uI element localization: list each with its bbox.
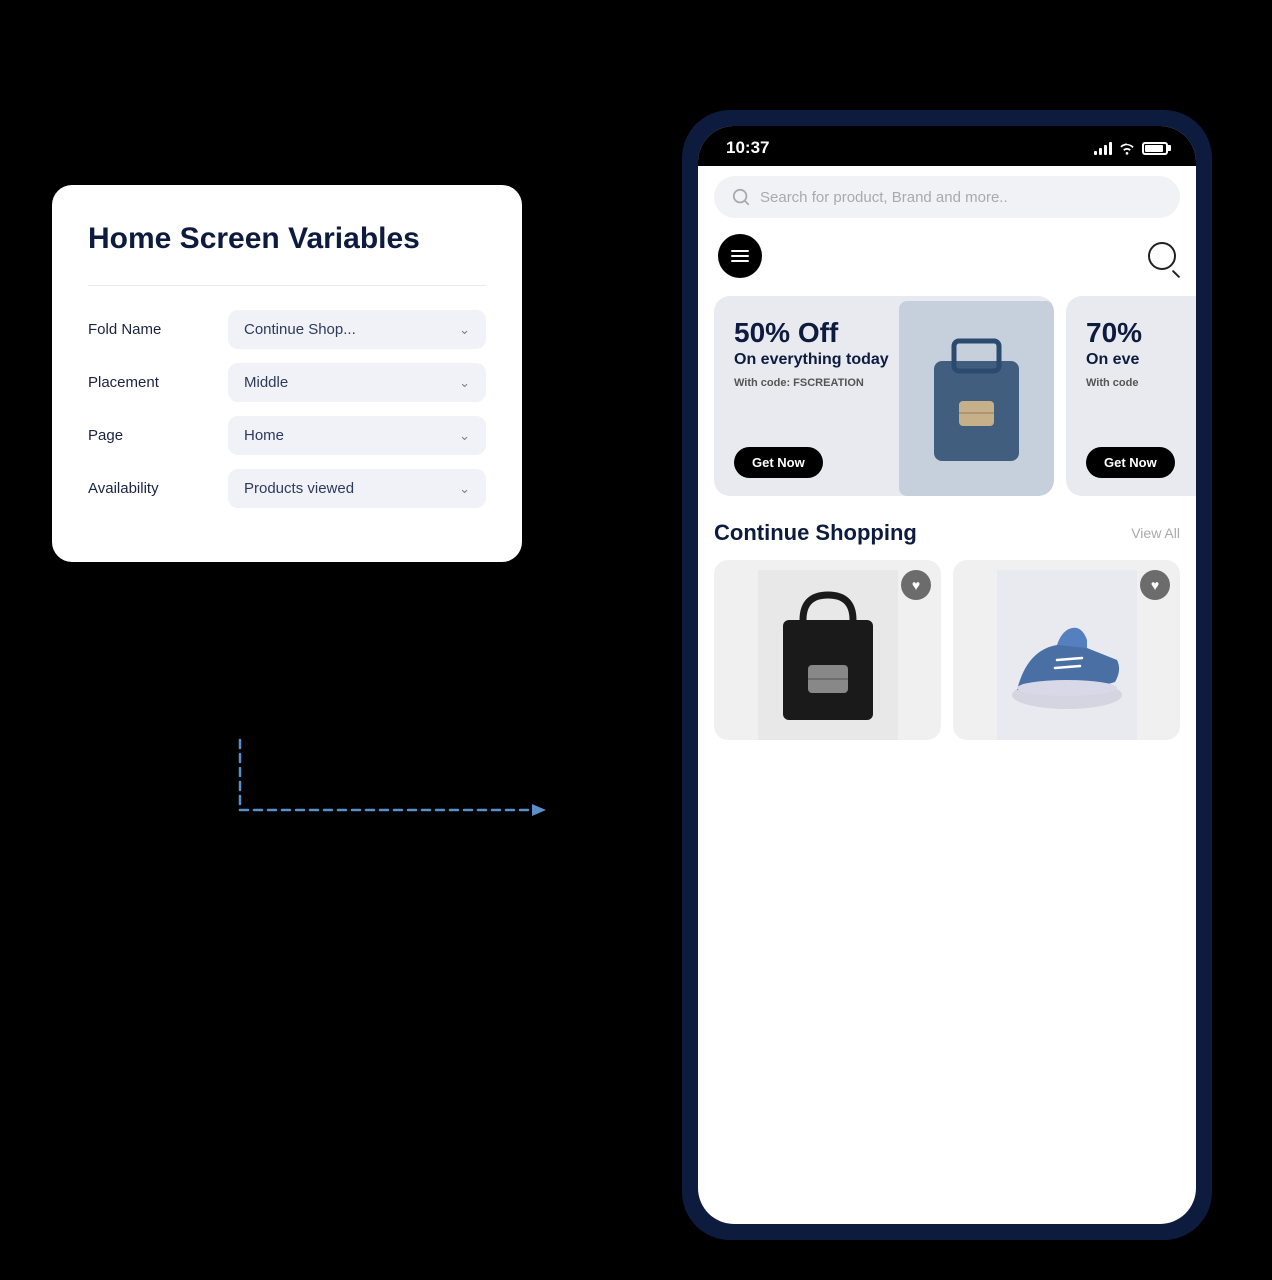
nav-search-icon[interactable] <box>1148 242 1176 270</box>
banner-discount: 50% Off <box>734 318 889 349</box>
variable-row-page: Page Home ⌄ <box>88 416 486 455</box>
battery-icon <box>1142 142 1168 155</box>
banner-card-1[interactable]: 50% Off On everything today With code: F… <box>714 296 1054 496</box>
search-icon <box>732 188 750 206</box>
variable-row-availability: Availability Products viewed ⌄ <box>88 469 486 508</box>
section-header: Continue Shopping View All <box>714 520 1180 546</box>
banner-text-area: 50% Off On everything today With code: F… <box>734 318 889 389</box>
banner-subtitle: On everything today <box>734 351 889 369</box>
status-bar: 10:37 <box>698 126 1196 166</box>
placement-select[interactable]: Middle ⌄ <box>228 363 486 402</box>
heart-icon-bag[interactable]: ♥ <box>901 570 931 600</box>
shoe-product-image <box>997 570 1137 740</box>
page-value: Home <box>244 427 284 444</box>
heart-icon-shoe[interactable]: ♥ <box>1140 570 1170 600</box>
chevron-down-icon: ⌄ <box>459 481 470 497</box>
search-placeholder: Search for product, Brand and more.. <box>760 189 1008 206</box>
view-all-link[interactable]: View All <box>1131 525 1180 541</box>
banner-section: 50% Off On everything today With code: F… <box>698 288 1196 504</box>
nav-bar <box>698 226 1196 288</box>
chevron-down-icon: ⌄ <box>459 375 470 391</box>
phone-inner: 10:37 <box>698 126 1196 1224</box>
banner-get-now-button[interactable]: Get Now <box>734 447 823 478</box>
signal-icon <box>1094 141 1112 155</box>
card-title: Home Screen Variables <box>88 221 486 257</box>
banner-subtitle-2: On eve <box>1086 351 1142 369</box>
banner-discount-2: 70% <box>1086 318 1142 349</box>
bag-product-image <box>758 570 898 740</box>
banner-bag-image <box>899 301 1054 496</box>
page-label: Page <box>88 427 218 444</box>
availability-label: Availability <box>88 480 218 497</box>
section-title: Continue Shopping <box>714 520 917 546</box>
product-card-bag[interactable]: ♥ <box>714 560 941 740</box>
chevron-down-icon: ⌄ <box>459 428 470 444</box>
fold-name-value: Continue Shop... <box>244 321 356 338</box>
banner-text-area-2: 70% On eve With code <box>1086 318 1142 389</box>
placement-value: Middle <box>244 374 288 391</box>
search-bar[interactable]: Search for product, Brand and more.. <box>714 176 1180 218</box>
connector-line <box>230 730 550 850</box>
banner-card-2[interactable]: 70% On eve With code Get Now <box>1066 296 1196 496</box>
phone-mockup: 10:37 <box>682 110 1212 1240</box>
products-grid: ♥ ♥ <box>714 560 1180 740</box>
wifi-icon <box>1118 141 1136 155</box>
fold-name-select[interactable]: Continue Shop... ⌄ <box>228 310 486 349</box>
availability-value: Products viewed <box>244 480 354 497</box>
card-divider <box>88 285 486 286</box>
banner-code-2: With code <box>1086 377 1142 389</box>
fold-name-label: Fold Name <box>88 321 218 338</box>
variable-row-fold-name: Fold Name Continue Shop... ⌄ <box>88 310 486 349</box>
page-select[interactable]: Home ⌄ <box>228 416 486 455</box>
search-bar-container: Search for product, Brand and more.. <box>698 166 1196 226</box>
continue-shopping-section: Continue Shopping View All ♥ <box>698 504 1196 748</box>
status-time: 10:37 <box>726 138 769 158</box>
variables-card: Home Screen Variables Fold Name Continue… <box>52 185 522 562</box>
availability-select[interactable]: Products viewed ⌄ <box>228 469 486 508</box>
placement-label: Placement <box>88 374 218 391</box>
chevron-down-icon: ⌄ <box>459 322 470 338</box>
phone-frame: 10:37 <box>682 110 1212 1240</box>
menu-button[interactable] <box>718 234 762 278</box>
variable-row-placement: Placement Middle ⌄ <box>88 363 486 402</box>
banner-code: With code: FSCREATION <box>734 377 889 389</box>
status-icons <box>1094 141 1168 155</box>
product-card-shoe[interactable]: ♥ <box>953 560 1180 740</box>
banner-get-now-button-2[interactable]: Get Now <box>1086 447 1175 478</box>
